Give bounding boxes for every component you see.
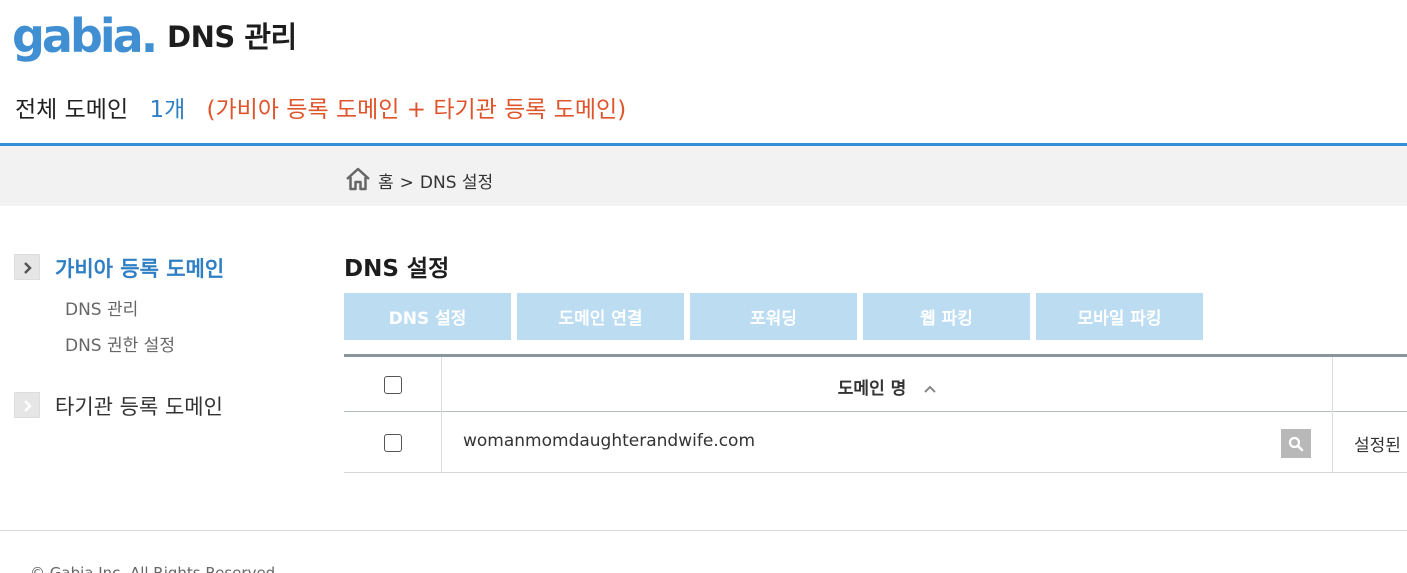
column-divider xyxy=(441,412,442,473)
page-title: DNS 관리 xyxy=(167,20,297,54)
column-header-domain-label: 도메인 명 xyxy=(837,379,907,399)
tab-forwarding[interactable]: 포워딩 xyxy=(690,293,857,340)
action-tabs: DNS 설정 도메인 연결 포워딩 웹 파킹 모바일 파킹 xyxy=(344,293,1203,340)
table-row: womanmomdaughterandwife.com 설정된 xyxy=(344,412,1407,473)
domain-name-cell[interactable]: womanmomdaughterandwife.com xyxy=(463,431,755,451)
breadcrumb-current: DNS 설정 xyxy=(419,173,494,193)
gabia-logo: gabia. xyxy=(12,9,157,63)
footer-divider xyxy=(0,530,1407,531)
tab-mobile-parking[interactable]: 모바일 파킹 xyxy=(1036,293,1203,340)
chevron-right-icon[interactable] xyxy=(14,392,40,418)
column-divider xyxy=(1332,357,1333,412)
row-checkbox[interactable] xyxy=(384,434,402,452)
sidebar-item-dns-manage[interactable]: DNS 관리 xyxy=(65,295,138,320)
search-icon xyxy=(1288,436,1304,452)
tab-dns-settings[interactable]: DNS 설정 xyxy=(344,293,511,340)
tab-domain-connect[interactable]: 도메인 연결 xyxy=(517,293,684,340)
table-header: 도메인 명 xyxy=(344,357,1407,412)
breadcrumb-separator: > xyxy=(399,173,414,193)
sidebar-group-other-domains[interactable]: 타기관 등록 도메인 xyxy=(55,391,223,421)
column-divider xyxy=(1332,412,1333,473)
sidebar-item-dns-permission[interactable]: DNS 권한 설정 xyxy=(65,331,175,356)
search-button[interactable] xyxy=(1281,429,1311,458)
tab-web-parking[interactable]: 웹 파킹 xyxy=(863,293,1030,340)
section-title: DNS 설정 xyxy=(344,256,450,282)
svg-text:gabia.: gabia. xyxy=(12,9,155,63)
sidebar-group-gabia-domains[interactable]: 가비아 등록 도메인 xyxy=(55,253,224,283)
home-icon[interactable] xyxy=(344,166,372,192)
domain-summary: 전체 도메인 1개 (가비아 등록 도메인 + 타기관 등록 도메인) xyxy=(15,90,626,124)
dns-status-cell: 설정된 xyxy=(1354,436,1401,456)
column-header-domain[interactable]: 도메인 명 xyxy=(442,374,1332,399)
breadcrumb: 홈 > DNS 설정 xyxy=(0,143,1407,206)
summary-note: (가비아 등록 도메인 + 타기관 등록 도메인) xyxy=(206,97,627,123)
sort-asc-icon[interactable] xyxy=(924,385,936,393)
breadcrumb-home[interactable]: 홈 xyxy=(378,173,394,193)
select-all-checkbox[interactable] xyxy=(384,376,402,394)
domain-table: 도메인 명 womanmomdaughterandwife.com 설정된 xyxy=(344,354,1407,473)
chevron-right-icon[interactable] xyxy=(14,254,40,280)
domain-count: 1개 xyxy=(149,97,186,123)
footer-copyright: © Gabia Inc. All Rights Reserved. xyxy=(30,564,280,573)
summary-label: 전체 도메인 xyxy=(15,97,129,123)
